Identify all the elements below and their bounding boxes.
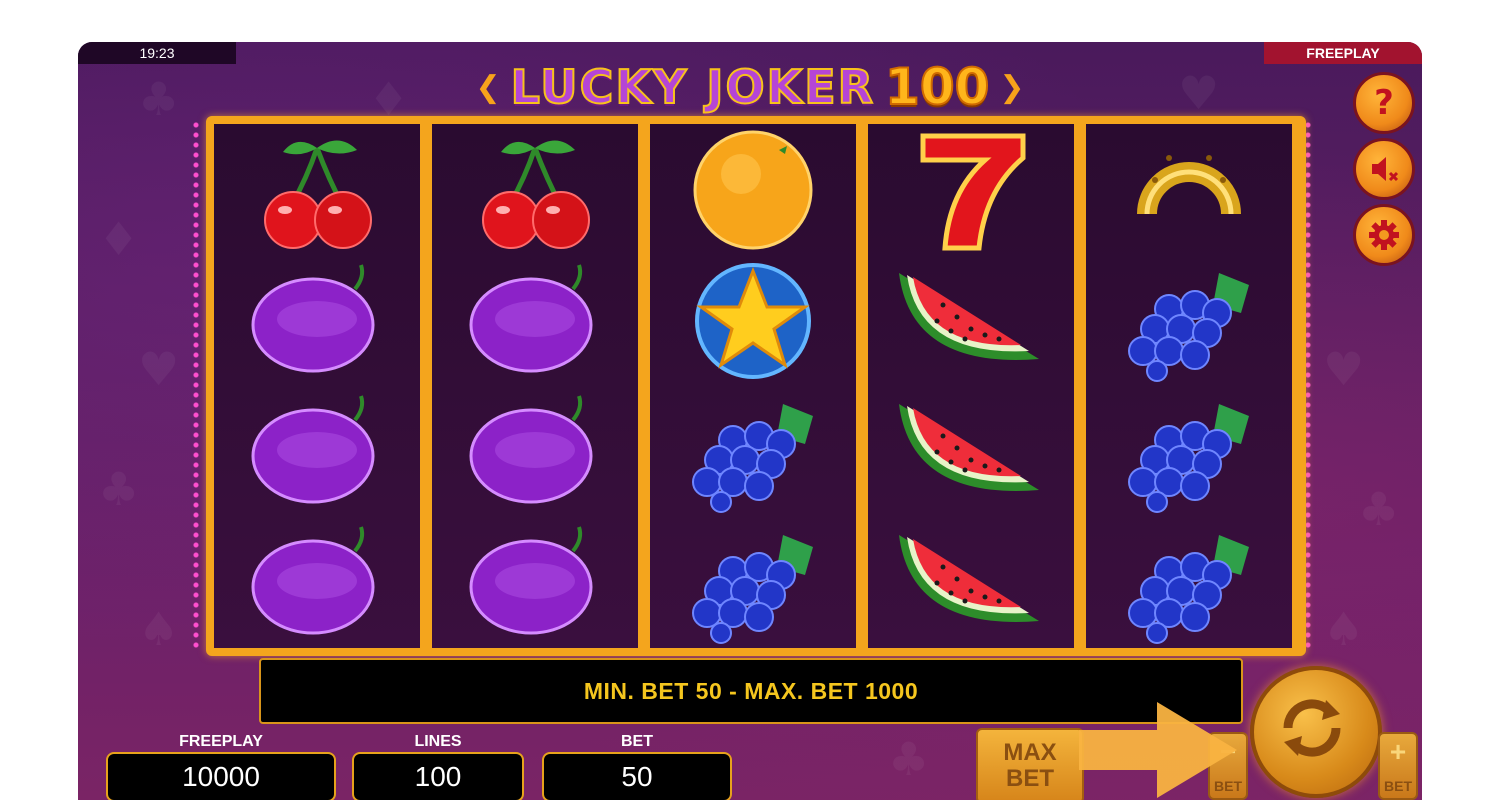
plum-icon [469,525,593,634]
gear-icon [1369,220,1399,250]
slot-game: ♣ ♦ ♥ ♣ ♠ ♥ ♣ ♠ ♦ ♥ ♣ 19:23 FREEPLAY ❮ L… [78,42,1422,800]
grapes-icon [692,403,813,513]
cherry-icon [482,139,590,249]
horseshoe-icon [1137,154,1241,215]
plum-icon [469,394,593,503]
clock: 19:23 [78,42,236,64]
speaker-muted-icon [1372,157,1399,182]
plum-icon [251,394,375,503]
lines-value: 100 [352,752,524,800]
watermelon-icon [899,534,1039,622]
club-suit-decor: ♣ [1358,482,1400,536]
seven-symbol [868,124,1074,255]
plum-icon [251,525,375,634]
cherry-symbol [432,124,638,255]
grapes-icon [692,534,813,644]
plum-symbol [214,255,420,386]
max-bet-line1: MAX [1003,739,1057,766]
logo-right-ornament: ❯ [999,69,1025,105]
club-suit-decor: ♣ [98,462,140,516]
cherry-icon [264,139,372,249]
bet-value: 50 [542,752,732,800]
reel-1 [214,124,420,648]
settings-button[interactable] [1353,204,1415,266]
bet-increase-button[interactable]: + BET [1378,732,1418,800]
grapes-symbol [650,517,856,648]
freeplay-balance: 10000 [106,752,336,800]
heart-suit-decor: ♥ [1178,66,1220,120]
grapes-icon [1128,403,1249,513]
sound-button[interactable] [1353,138,1415,200]
logo-number: 100 [884,57,990,117]
orange-icon [693,130,813,249]
plum-icon [251,263,375,372]
reel-area [206,116,1306,656]
question-icon: ? [1374,83,1394,123]
grapes-symbol [1086,255,1292,386]
orange-symbol [650,124,856,255]
reel-2 [432,124,638,648]
pointer-arrow-icon [1079,702,1237,798]
refresh-arrows-icon [1283,699,1341,757]
freeplay-mode-label: FREEPLAY [1264,42,1422,64]
heart-suit-decor: ♥ [138,342,180,396]
spade-suit-decor: ♠ [1323,602,1365,656]
heart-suit-decor: ♥ [1323,342,1365,396]
watermelon-symbol [868,255,1074,386]
club-suit-decor: ♣ [138,72,180,126]
reel-4 [868,124,1074,648]
plum-symbol [432,517,638,648]
max-bet-line2: BET [1006,765,1054,792]
logo-left-ornament: ❮ [475,69,501,105]
plum-symbol [432,386,638,517]
plum-symbol [432,255,638,386]
freeplay-label: FREEPLAY [179,733,263,750]
horseshoe-symbol [1086,124,1292,255]
left-light-strip [192,120,200,648]
watermelon-icon [899,403,1039,491]
plum-symbol [214,386,420,517]
plus-icon: + [1389,736,1407,767]
club-suit-decor: ♣ [888,732,930,786]
logo-title: LUCKY JOKER [510,59,876,115]
grapes-symbol [1086,517,1292,648]
bet-label: BET [621,733,653,750]
cherry-symbol [214,124,420,255]
grapes-icon [1128,534,1249,644]
reel-3 [650,124,856,648]
plum-symbol [214,517,420,648]
grapes-icon [1128,272,1249,382]
watermelon-icon [899,272,1039,360]
bet-increase-label: BET [1384,778,1412,794]
star-symbol [650,255,856,386]
seven-icon [920,133,1026,250]
help-button[interactable]: ? [1353,72,1415,134]
diamond-suit-decor: ♦ [98,212,140,266]
watermelon-symbol [868,386,1074,517]
grapes-symbol [1086,386,1292,517]
watermelon-symbol [868,517,1074,648]
star-icon [695,262,811,379]
max-bet-button[interactable]: MAX BET [976,728,1084,800]
spade-suit-decor: ♠ [138,602,180,656]
game-logo: ❮ LUCKY JOKER 100 ❯ [418,56,1082,118]
grapes-symbol [650,386,856,517]
lines-label: LINES [414,733,462,750]
reel-5 [1086,124,1292,648]
spin-button[interactable] [1250,666,1382,798]
plum-icon [469,263,593,372]
